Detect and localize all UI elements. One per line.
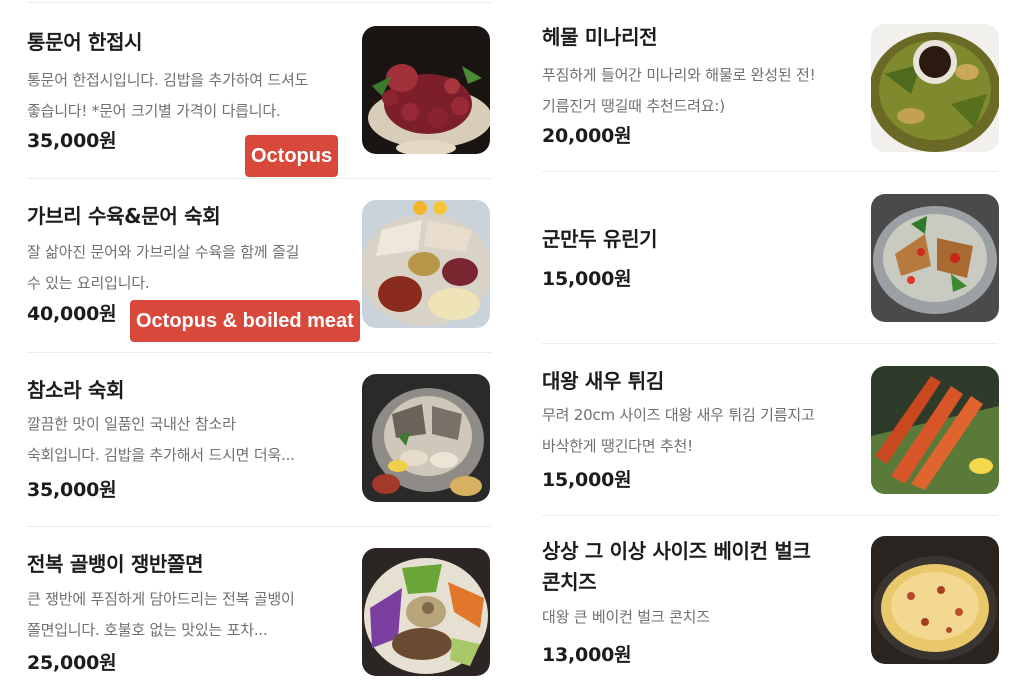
corn-cheese-photo[interactable]: [871, 536, 999, 664]
menu-item-title: 참소라 숙회: [27, 378, 125, 402]
fried-dumpling-photo[interactable]: [871, 194, 999, 322]
fried-shrimp-image: [871, 366, 999, 494]
description-line: 큰 쟁반에 푸짐하게 담아드리는 전복 골뱅이: [27, 590, 295, 608]
description-line: 무려 20cm 사이즈 대왕 새우 튀김 기름지고: [542, 406, 815, 424]
menu-item-title: 상상 그 이상 사이즈 베이컨 벌크 콘치즈: [542, 536, 811, 598]
menu-item-price: 40,000원: [27, 303, 117, 325]
menu-item-octopus-plate[interactable]: 통문어 한접시 통문어 한접시입니다. 김밥을 추가하여 드셔도 좋습니다! *…: [27, 5, 492, 179]
title-line: 콘치즈: [542, 570, 597, 594]
menu-item-title: 군만두 유린기: [542, 227, 658, 251]
description-line: 통문어 한접시입니다. 김밥을 추가하여 드셔도: [27, 71, 309, 89]
description-line: 기름진거 땡길때 추천드려요:): [542, 97, 725, 115]
menu-item-price: 15,000원: [542, 268, 632, 290]
menu-item-fried-shrimp[interactable]: 대왕 새우 튀김 무려 20cm 사이즈 대왕 새우 튀김 기름지고 바삭한게 …: [542, 344, 999, 516]
menu-item-price: 13,000원: [542, 644, 632, 666]
menu-item-price: 35,000원: [27, 130, 117, 152]
boiled-meat-octopus-photo[interactable]: [362, 200, 490, 328]
menu-item-price: 25,000원: [27, 652, 117, 674]
seafood-pancake-photo[interactable]: [871, 24, 999, 152]
description-line: 숙회입니다. 김밥을 추가해서 드시면 더욱...: [27, 446, 295, 464]
menu-item-description: 통문어 한접시입니다. 김밥을 추가하여 드셔도 좋습니다! *문어 크기별 가…: [27, 65, 308, 127]
conch-platter-photo[interactable]: [362, 374, 490, 502]
menu-item-description: 대왕 큰 베이컨 벌크 콘치즈: [542, 608, 710, 626]
octopus-plate-photo[interactable]: [362, 26, 490, 154]
menu-item-description: 큰 쟁반에 푸짐하게 담아드리는 전복 골뱅이 쫄면입니다. 호불호 없는 맛있…: [27, 584, 295, 646]
menu-item-price: 20,000원: [542, 125, 632, 147]
menu-item-title: 전복 골뱅이 쟁반쫄면: [27, 552, 204, 576]
menu-item-title: 통문어 한접시: [27, 30, 143, 54]
menu-item-title: 헤물 미나리전: [542, 25, 658, 49]
menu-item-price: 15,000원: [542, 469, 632, 491]
menu-item-fried-dumpling[interactable]: 군만두 유린기 15,000원: [542, 172, 999, 344]
menu-item-noodle-salad[interactable]: 전복 골뱅이 쟁반쫄면 큰 쟁반에 푸짐하게 담아드리는 전복 골뱅이 쫄면입니…: [27, 527, 492, 685]
description-line: 푸짐하게 들어간 미나리와 해물로 완성된 전!: [542, 66, 816, 84]
menu-item-title: 대왕 새우 튀김: [542, 369, 664, 393]
menu-item-description: 잘 삶아진 문어와 가브리살 수육을 함께 즐길 수 있는 요리입니다.: [27, 237, 299, 299]
corn-cheese-image: [871, 536, 999, 664]
seafood-pancake-image: [871, 24, 999, 152]
top-divider: [27, 2, 492, 3]
noodle-salad-image: [362, 548, 490, 676]
conch-platter-image: [362, 374, 490, 502]
description-line: 바삭한게 땡긴다면 추천!: [542, 437, 693, 455]
description-line: 쫄면입니다. 호불호 없는 맛있는 포차...: [27, 621, 268, 639]
noodle-salad-photo[interactable]: [362, 548, 490, 676]
title-line: 상상 그 이상 사이즈 베이컨 벌크: [542, 539, 811, 563]
menu-item-description: 무려 20cm 사이즈 대왕 새우 튀김 기름지고 바삭한게 땡긴다면 추천!: [542, 400, 815, 462]
menu-item-description: 깔끔한 맛이 일품인 국내산 참소라 숙회입니다. 김밥을 추가해서 드시면 더…: [27, 409, 295, 471]
octopus-label: Octopus: [245, 135, 339, 177]
menu-item-seafood-pancake[interactable]: 헤물 미나리전 푸짐하게 들어간 미나리와 해물로 완성된 전! 기름진거 땡길…: [542, 0, 999, 172]
menu-item-description: 푸짐하게 들어간 미나리와 해물로 완성된 전! 기름진거 땡길때 추천드려요:…: [542, 60, 816, 122]
menu-item-title: 가브리 수육&문어 숙회: [27, 204, 221, 228]
fried-dumpling-image: [871, 194, 999, 322]
description-line: 깔끔한 맛이 일품인 국내산 참소라: [27, 415, 236, 433]
description-line: 좋습니다! *문어 크기별 가격이 다릅니다.: [27, 102, 281, 120]
menu-item-price: 35,000원: [27, 479, 117, 501]
boiled-meat-octopus-image: [362, 200, 490, 328]
menu-item-boiled-meat-octopus[interactable]: 가브리 수육&문어 숙회 잘 삶아진 문어와 가브리살 수육을 함께 즐길 수 …: [27, 179, 492, 353]
octopus-boiled-meat-label: Octopus & boiled meat: [130, 300, 360, 342]
fried-shrimp-photo[interactable]: [871, 366, 999, 494]
description-line: 수 있는 요리입니다.: [27, 274, 150, 292]
menu-item-conch[interactable]: 참소라 숙회 깔끔한 맛이 일품인 국내산 참소라 숙회입니다. 김밥을 추가해…: [27, 353, 492, 527]
menu-item-corn-cheese[interactable]: 상상 그 이상 사이즈 베이컨 벌크 콘치즈 대왕 큰 베이컨 벌크 콘치즈 1…: [542, 516, 999, 685]
octopus-plate-image: [362, 26, 490, 154]
description-line: 잘 삶아진 문어와 가브리살 수육을 함께 즐길: [27, 243, 300, 261]
